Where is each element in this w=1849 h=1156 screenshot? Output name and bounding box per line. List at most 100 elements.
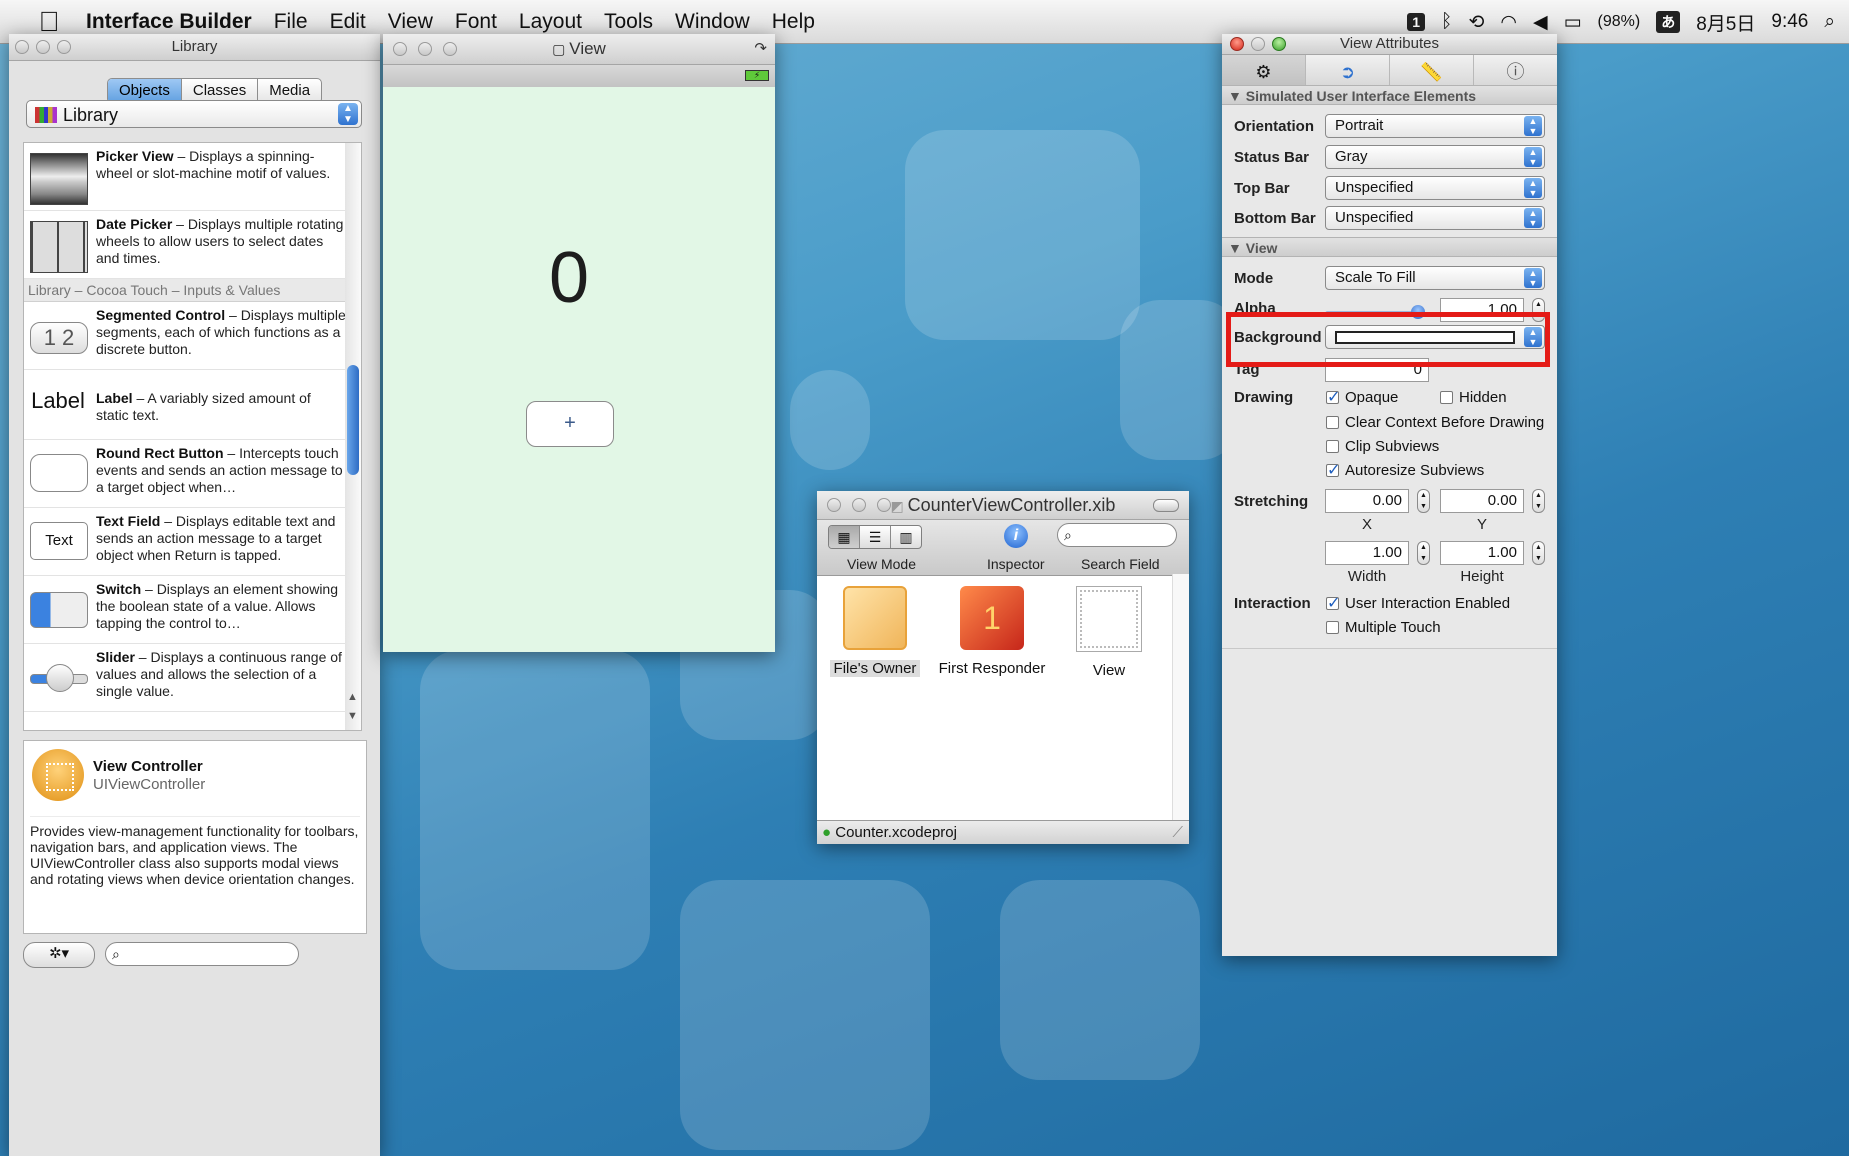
minimize-button[interactable] xyxy=(852,498,866,512)
zoom-button[interactable] xyxy=(57,40,71,54)
zoom-button[interactable] xyxy=(1272,37,1286,51)
orientation-popup[interactable]: Portrait ▲ ▼ xyxy=(1325,114,1545,138)
gear-menu-button[interactable]: ✲▾ xyxy=(23,942,95,968)
minimize-button[interactable] xyxy=(1251,37,1265,51)
list-item-text-field[interactable]: Text Text Field – Displays editable text… xyxy=(24,508,346,576)
stretch-height-field[interactable]: 1.00 xyxy=(1440,541,1524,565)
menu-window[interactable]: Window xyxy=(675,10,750,34)
list-item-picker-view[interactable]: Picker View – Displays a spinning-wheel … xyxy=(24,143,346,211)
xib-object-view[interactable]: View xyxy=(1054,586,1164,679)
battery-icon[interactable]: ▭ xyxy=(1564,11,1582,34)
clear-context-checkbox[interactable]: Clear Context Before Drawing xyxy=(1326,414,1544,431)
bottom-bar-popup[interactable]: Unspecified ▲ ▼ xyxy=(1325,206,1545,230)
checkbox-checked-icon[interactable] xyxy=(1326,460,1340,480)
list-item-date-picker[interactable]: Date Picker – Displays multiple rotating… xyxy=(24,211,346,279)
wifi-icon[interactable]: ◠ xyxy=(1500,11,1517,34)
bluetooth-icon[interactable]: ᛒ xyxy=(1441,11,1452,33)
menu-app-name[interactable]: Interface Builder xyxy=(86,10,252,34)
stretch-height-stepper[interactable]: ▲ ▼ xyxy=(1532,541,1545,565)
mode-popup[interactable]: Scale To Fill ▲ ▼ xyxy=(1325,266,1545,290)
project-name[interactable]: Counter.xcodeproj xyxy=(835,824,957,841)
library-selector[interactable]: Library ▲ ▼ xyxy=(26,100,362,128)
xib-object-first-responder[interactable]: 1 First Responder xyxy=(937,586,1047,677)
multiple-touch-checkbox[interactable]: Multiple Touch xyxy=(1326,619,1441,636)
checkbox-icon[interactable] xyxy=(1440,391,1453,404)
hidden-checkbox[interactable]: Hidden xyxy=(1440,389,1507,406)
scroll-up-icon[interactable]: ▲ xyxy=(347,691,358,703)
menu-help[interactable]: Help xyxy=(772,10,815,34)
list-item-segmented-control[interactable]: 1 2 Segmented Control – Displays multipl… xyxy=(24,302,346,370)
checkbox-icon[interactable] xyxy=(1326,621,1339,634)
close-button[interactable] xyxy=(1230,37,1244,51)
section-view[interactable]: ▼ View xyxy=(1222,237,1557,257)
library-titlebar[interactable]: Library xyxy=(9,34,380,61)
xib-scrollbar[interactable] xyxy=(1172,574,1189,820)
view-mode-control[interactable]: ▦ ☰ ▥ xyxy=(828,525,922,549)
column-view-icon[interactable]: ▥ xyxy=(891,526,921,548)
menu-layout[interactable]: Layout xyxy=(519,10,582,34)
top-bar-popup[interactable]: Unspecified ▲ ▼ xyxy=(1325,176,1545,200)
stretch-x-stepper[interactable]: ▲ ▼ xyxy=(1417,489,1430,513)
rotate-icon[interactable]: ↷ xyxy=(754,34,767,64)
xib-titlebar[interactable]: ◩ CounterViewController.xib xyxy=(817,491,1189,520)
minimize-button[interactable] xyxy=(36,40,50,54)
inspector-info-icon[interactable]: i xyxy=(1004,524,1028,548)
stretch-width-field[interactable]: 1.00 xyxy=(1325,541,1409,565)
checkbox-checked-icon[interactable] xyxy=(1326,593,1340,613)
time-machine-icon[interactable]: ⟲ xyxy=(1468,11,1484,34)
list-item-label[interactable]: Label Label – A variably sized amount of… xyxy=(24,370,346,440)
close-button[interactable] xyxy=(827,498,841,512)
minimize-button[interactable] xyxy=(418,42,432,56)
menu-font[interactable]: Font xyxy=(455,10,497,34)
menu-view[interactable]: View xyxy=(388,10,433,34)
connections-tab-icon[interactable]: ➲ xyxy=(1306,55,1390,89)
counter-label[interactable]: 0 xyxy=(383,237,755,319)
stretch-y-stepper[interactable]: ▲ ▼ xyxy=(1532,489,1545,513)
spaces-icon[interactable]: 1 xyxy=(1407,13,1426,31)
input-method-icon[interactable]: あ xyxy=(1656,11,1681,33)
autoresize-checkbox[interactable]: Autoresize Subviews xyxy=(1326,460,1484,480)
list-item-round-rect-button[interactable]: Round Rect Button – Intercepts touch eve… xyxy=(24,440,346,508)
menu-tools[interactable]: Tools xyxy=(604,10,653,34)
volume-icon[interactable]: ◀ xyxy=(1533,11,1548,34)
status-bar-popup[interactable]: Gray ▲ ▼ xyxy=(1325,145,1545,169)
menu-time[interactable]: 9:46 xyxy=(1771,11,1808,33)
library-search-input[interactable]: ⌕ xyxy=(105,942,299,966)
xib-search-input[interactable]: ⌕ xyxy=(1057,523,1177,547)
clip-subviews-checkbox[interactable]: Clip Subviews xyxy=(1326,438,1439,455)
section-simulated-ui[interactable]: ▼ Simulated User Interface Elements xyxy=(1222,85,1557,105)
checkbox-icon[interactable] xyxy=(1326,416,1339,429)
stretch-y-field[interactable]: 0.00 xyxy=(1440,489,1524,513)
attributes-titlebar[interactable]: View Attributes xyxy=(1222,34,1557,55)
zoom-button[interactable] xyxy=(877,498,891,512)
checkbox-checked-icon[interactable] xyxy=(1326,387,1340,407)
view-canvas[interactable]: 0 + xyxy=(383,87,775,652)
menu-date[interactable]: 8月5日 xyxy=(1696,9,1755,36)
zoom-button[interactable] xyxy=(443,42,457,56)
plus-button[interactable]: + xyxy=(526,401,614,447)
user-interaction-checkbox[interactable]: User Interaction Enabled xyxy=(1326,593,1510,613)
resize-grip-icon[interactable]: ⟋ xyxy=(1172,821,1183,845)
stretch-width-stepper[interactable]: ▲ ▼ xyxy=(1417,541,1430,565)
toolbar-toggle-button[interactable] xyxy=(1153,499,1179,512)
icon-view-icon[interactable]: ▦ xyxy=(829,526,860,548)
list-view-icon[interactable]: ☰ xyxy=(860,526,891,548)
menu-edit[interactable]: Edit xyxy=(330,10,366,34)
checkbox-icon[interactable] xyxy=(1326,440,1339,453)
close-button[interactable] xyxy=(393,42,407,56)
size-tab-icon[interactable]: 📏 xyxy=(1390,55,1474,89)
attributes-tab-icon[interactable]: ⚙ xyxy=(1222,55,1306,89)
scrollbar-thumb[interactable] xyxy=(347,365,359,475)
xib-object-files-owner[interactable]: File's Owner xyxy=(820,586,930,677)
view-titlebar[interactable]: ▢ View ↷ xyxy=(383,34,775,65)
close-button[interactable] xyxy=(15,40,29,54)
opaque-checkbox[interactable]: Opaque xyxy=(1326,387,1398,407)
spotlight-icon[interactable]: ⌕ xyxy=(1824,11,1835,33)
scroll-down-icon[interactable]: ▼ xyxy=(347,710,358,722)
list-item-slider[interactable]: Slider – Displays a continuous range of … xyxy=(24,644,346,712)
stretch-x-field[interactable]: 0.00 xyxy=(1325,489,1409,513)
menu-file[interactable]: File xyxy=(274,10,308,34)
list-item-switch[interactable]: Switch – Displays an element showing the… xyxy=(24,576,346,644)
identity-tab-icon[interactable]: ⓘ xyxy=(1474,55,1557,89)
library-scrollbar[interactable]: ▲ ▼ xyxy=(345,142,362,731)
